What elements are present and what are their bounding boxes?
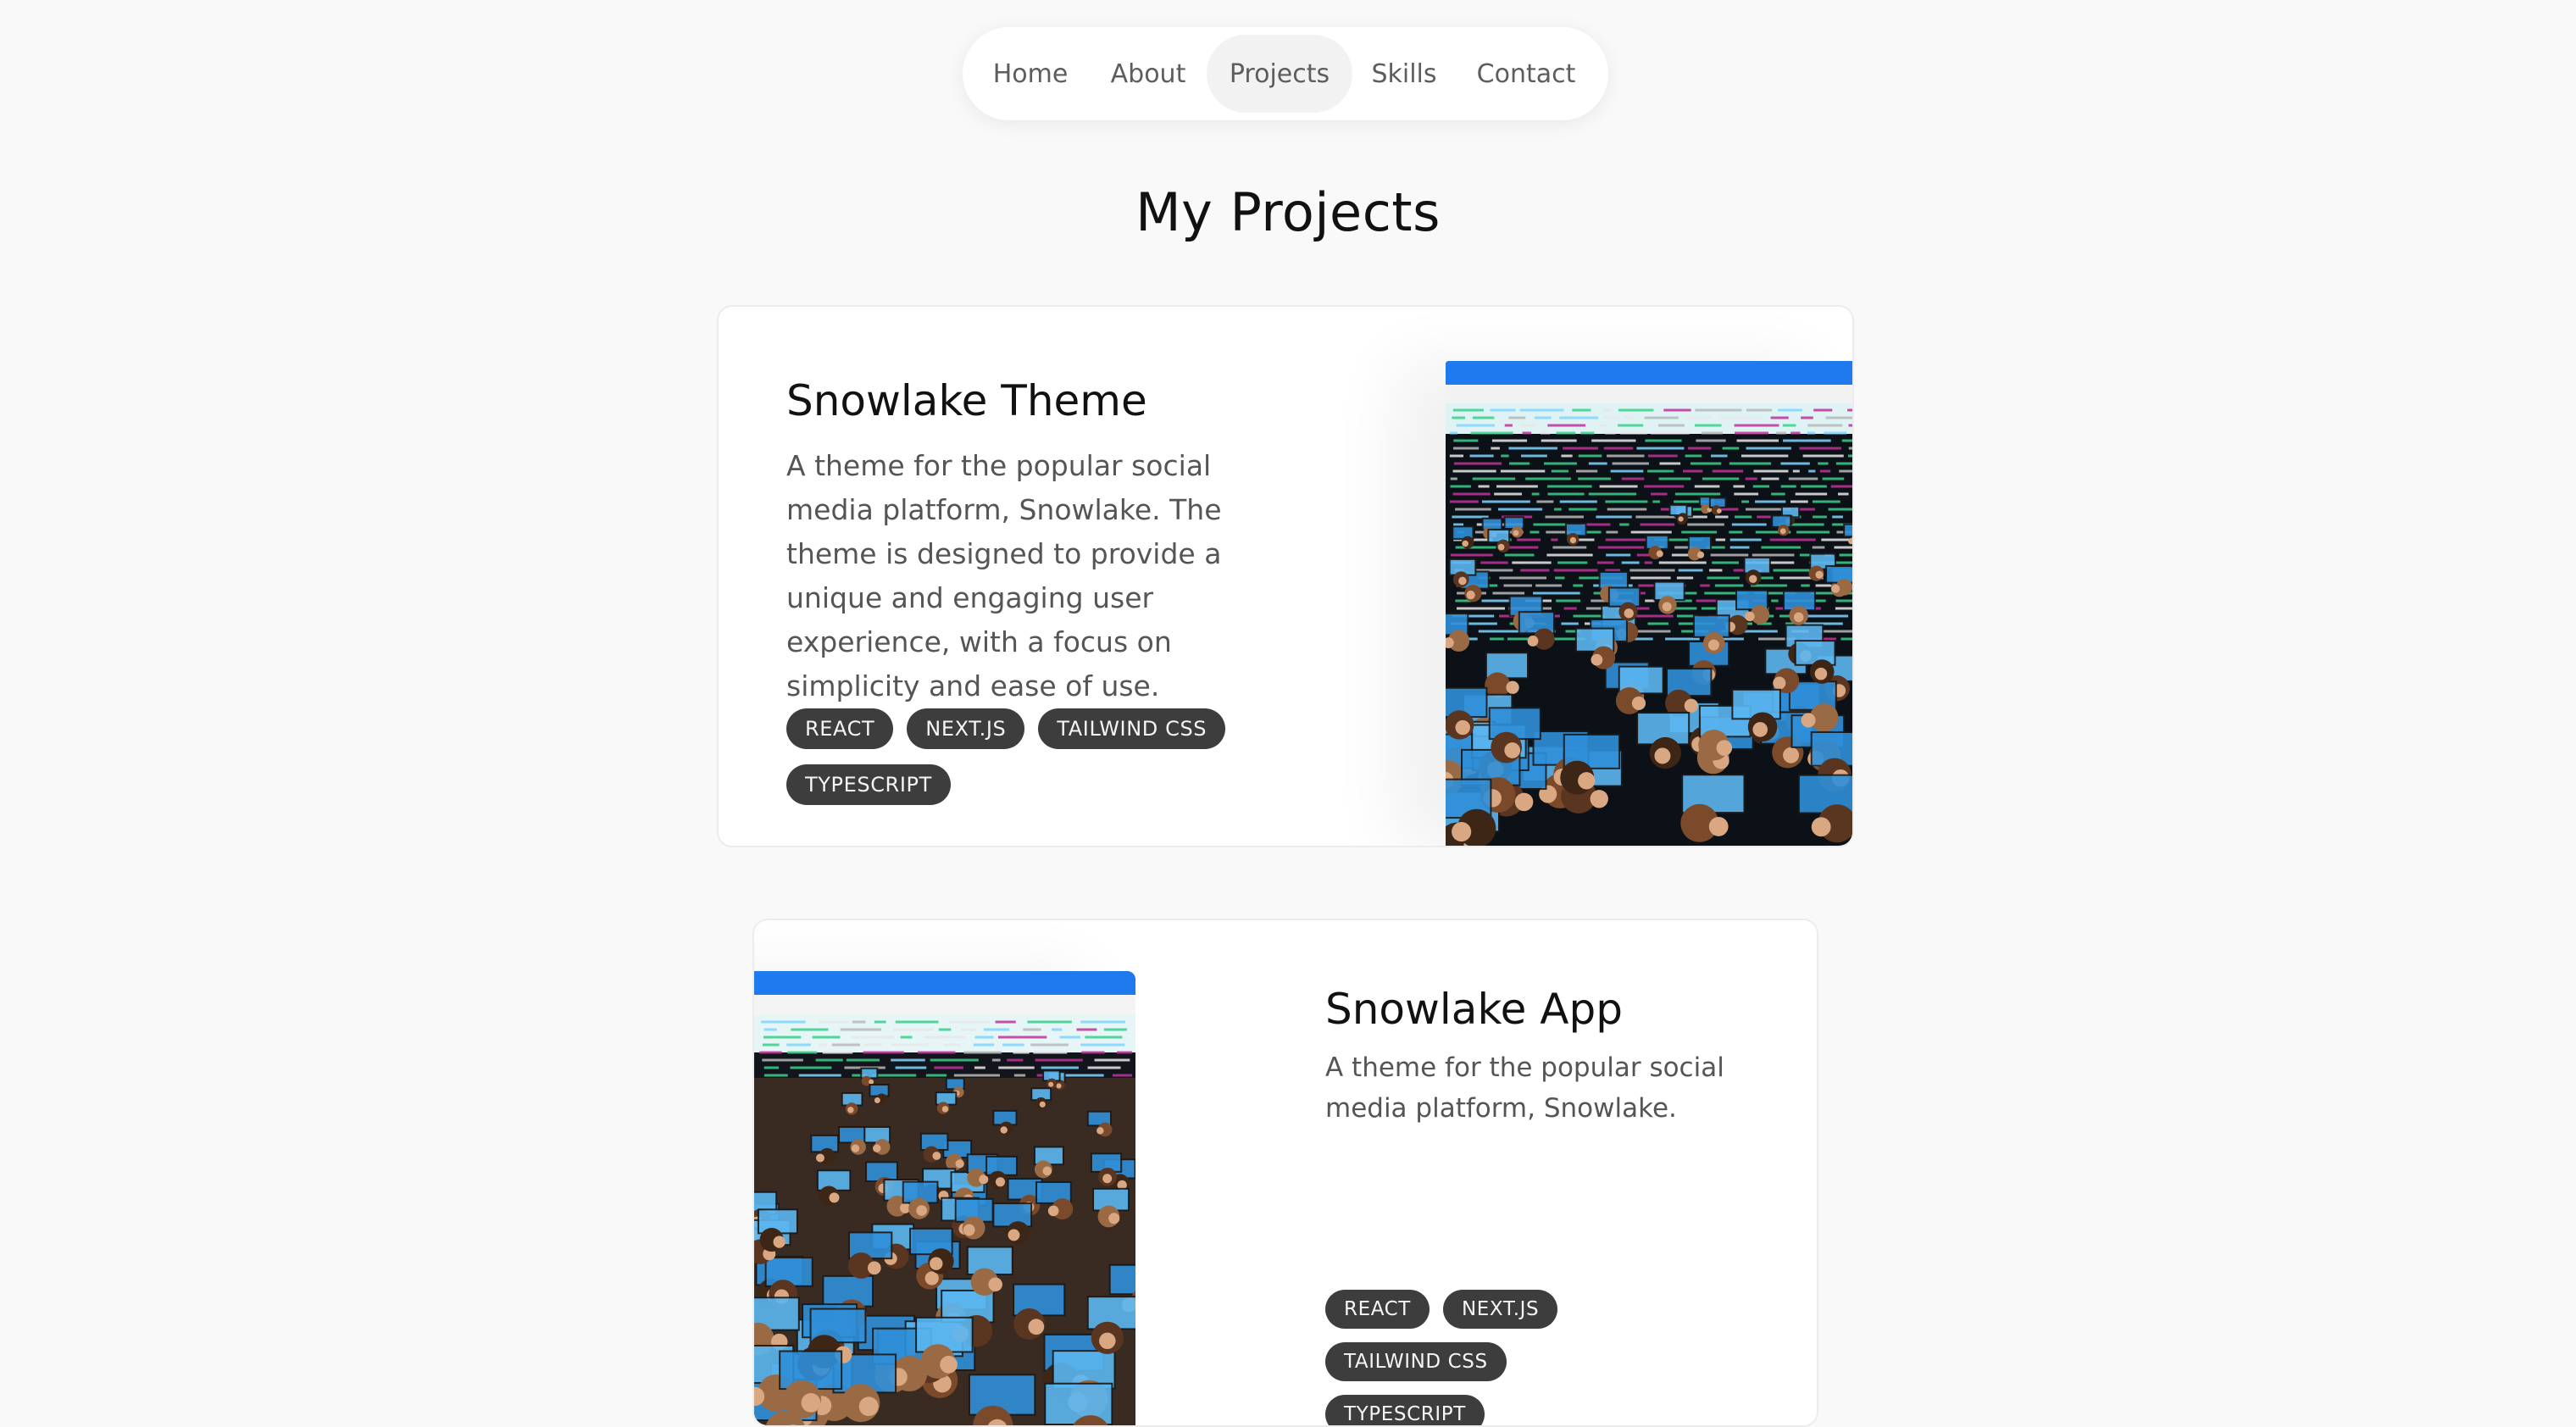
top-nav: Home About Projects Skills Contact <box>963 27 1608 120</box>
tech-tag: NEXT.JS <box>1442 1290 1558 1329</box>
tag-list: REACT NEXT.JS TAILWIND CSS TYPESCRIPT <box>1325 1290 1605 1425</box>
tech-tag: TAILWIND CSS <box>1038 708 1226 749</box>
tag-list: REACT NEXT.JS TAILWIND CSS TYPESCRIPT <box>786 708 1278 805</box>
nav-skills[interactable]: Skills <box>1352 35 1456 113</box>
project-card[interactable]: Snowlake App A theme for the popular soc… <box>752 919 1818 1427</box>
nav-about[interactable]: About <box>1090 35 1207 113</box>
project-description: A theme for the popular social media pla… <box>1325 1052 1724 1124</box>
page-title: My Projects <box>1135 181 1441 243</box>
tech-tag: TAILWIND CSS <box>1325 1342 1507 1381</box>
screenshot-image <box>754 971 1135 1425</box>
tech-tag: NEXT.JS <box>907 708 1025 749</box>
tech-tag: REACT <box>1325 1290 1430 1329</box>
tech-tag: TYPESCRIPT <box>1325 1395 1485 1425</box>
project-title: Snowlake App <box>1325 985 1623 1034</box>
nav-home[interactable]: Home <box>971 35 1090 113</box>
nav-contact[interactable]: Contact <box>1456 35 1596 113</box>
project-description: A theme for the popular social media pla… <box>786 449 1222 702</box>
project-screenshot[interactable] <box>754 971 1135 1425</box>
project-title: Snowlake Theme <box>786 376 1147 425</box>
project-screenshot[interactable] <box>1446 361 1852 846</box>
project-card[interactable]: Snowlake Theme A theme for the popular s… <box>717 305 1854 847</box>
tech-tag: TYPESCRIPT <box>786 764 951 805</box>
nav-projects[interactable]: Projects <box>1207 35 1352 113</box>
screenshot-image <box>1446 361 1852 846</box>
tech-tag: REACT <box>786 708 894 749</box>
